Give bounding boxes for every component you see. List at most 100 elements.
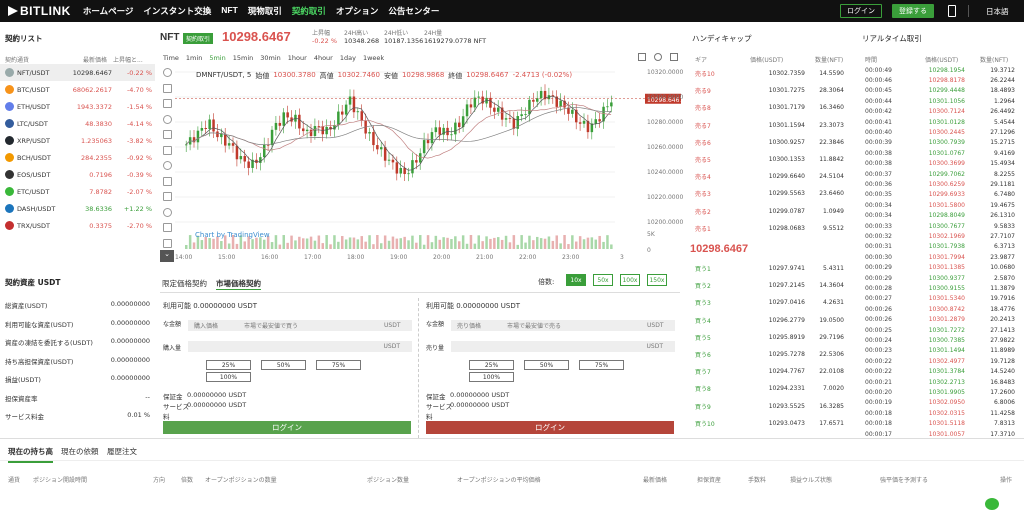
qty-input[interactable]: USDT bbox=[451, 341, 675, 352]
candle-body bbox=[372, 132, 375, 146]
logo[interactable]: BITLINK bbox=[8, 4, 71, 18]
drawing-tool-icon[interactable] bbox=[163, 176, 172, 186]
buy-login-button[interactable]: ログイン bbox=[163, 421, 411, 434]
collapse-icon[interactable]: ⌄ bbox=[160, 250, 174, 262]
ask-row[interactable]: 売る4 10299.6640 24.5104 bbox=[690, 168, 850, 185]
settings-icon[interactable] bbox=[654, 53, 662, 61]
percent-100%-button[interactable]: 100% bbox=[469, 372, 514, 382]
qty-input[interactable]: USDT bbox=[188, 341, 412, 352]
contract-row[interactable]: ETH/USDT 1943.3372 -1.54 % bbox=[0, 98, 155, 115]
drawing-tool-icon[interactable] bbox=[163, 68, 172, 77]
bid-row[interactable]: 買う3 10297.0416 4.2631 bbox=[690, 294, 850, 311]
contract-row[interactable]: LTC/USDT 48.3830 -4.14 % bbox=[0, 115, 155, 132]
drawing-tool-icon[interactable] bbox=[163, 114, 172, 124]
ask-row[interactable]: 売る8 10301.7179 16.3460 bbox=[690, 99, 850, 116]
positions-tab-2[interactable]: 履歴注文 bbox=[107, 446, 137, 457]
percent-25%-button[interactable]: 25% bbox=[469, 360, 514, 370]
leverage-50x-button[interactable]: 50x bbox=[593, 274, 613, 286]
ask-row[interactable]: 売る5 10300.1353 11.8842 bbox=[690, 151, 850, 168]
ask-row[interactable]: 売る2 10299.0787 1.0949 bbox=[690, 203, 850, 220]
bid-price: 10294.2331 bbox=[768, 385, 805, 393]
percent-50%-button[interactable]: 50% bbox=[524, 360, 569, 370]
bid-row[interactable]: 買う10 10293.0473 17.6571 bbox=[690, 415, 850, 432]
contract-row[interactable]: BCH/USDT 284.2355 -0.92 % bbox=[0, 149, 155, 166]
nav-item-6[interactable]: 公告センター bbox=[388, 5, 439, 17]
price-input[interactable]: 売り価格 市場で最安値で売る USDT bbox=[451, 320, 675, 331]
contract-row[interactable]: NFT/USDT 10298.6467 -0.22 % bbox=[0, 64, 155, 81]
timeframe-8[interactable]: 1week bbox=[363, 54, 384, 62]
nav-item-1[interactable]: インスタント交換 bbox=[143, 5, 211, 17]
bid-row[interactable]: 買う1 10297.9741 5.4311 bbox=[690, 260, 850, 277]
drawing-tool-icon[interactable] bbox=[163, 238, 172, 248]
contract-row[interactable]: EOS/USDT 0.7196 -0.39 % bbox=[0, 166, 155, 183]
leverage-150x-button[interactable]: 150x bbox=[647, 274, 667, 286]
sell-login-button[interactable]: ログイン bbox=[426, 421, 674, 434]
bid-price: 10297.0416 bbox=[768, 299, 805, 307]
timeframe-5[interactable]: 1hour bbox=[288, 54, 307, 62]
nav-item-5[interactable]: オプション bbox=[336, 5, 379, 17]
volume-bar bbox=[341, 236, 344, 249]
drawing-tool-icon[interactable] bbox=[163, 223, 172, 232]
drawing-tool-icon[interactable] bbox=[163, 145, 172, 155]
contract-row[interactable]: DASH/USDT 38.6336 +1.22 % bbox=[0, 200, 155, 217]
nav-item-0[interactable]: ホームページ bbox=[83, 5, 134, 17]
leverage-10x-button[interactable]: 10x bbox=[566, 274, 586, 286]
tab-limit-contract[interactable]: 限定価格契約 bbox=[162, 278, 207, 289]
ask-price: 10300.1353 bbox=[768, 156, 805, 163]
language-selector[interactable]: 日本語 bbox=[986, 6, 1009, 17]
percent-25%-button[interactable]: 25% bbox=[206, 360, 251, 370]
ma-line-5 bbox=[185, 95, 612, 171]
bid-row[interactable]: 買う5 10295.8919 29.7196 bbox=[690, 329, 850, 346]
bid-row[interactable]: 買う7 10294.7767 22.0108 bbox=[690, 363, 850, 380]
chat-icon[interactable] bbox=[985, 498, 999, 510]
screenshot-icon[interactable] bbox=[638, 53, 646, 61]
ask-row[interactable]: 売る9 10301.7275 28.3064 bbox=[690, 82, 850, 99]
contract-price: 0.7196 bbox=[89, 170, 112, 179]
percent-100%-button[interactable]: 100% bbox=[206, 372, 251, 382]
ask-row[interactable]: 売る10 10302.7359 14.5590 bbox=[690, 65, 850, 82]
bid-row[interactable]: 買う8 10294.2331 7.0020 bbox=[690, 380, 850, 397]
contract-row[interactable]: TRX/USDT 0.3375 -2.70 % bbox=[0, 217, 155, 234]
timeframe-4[interactable]: 30min bbox=[260, 54, 281, 62]
bid-row[interactable]: 買う2 10297.2145 14.3604 bbox=[690, 277, 850, 294]
nav-item-3[interactable]: 現物取引 bbox=[248, 5, 282, 17]
positions-tab-1[interactable]: 現在の依頼 bbox=[61, 446, 99, 457]
nav-item-4[interactable]: 契約取引 bbox=[292, 5, 326, 17]
drawing-tool-icon[interactable] bbox=[163, 83, 172, 93]
percent-75%-button[interactable]: 75% bbox=[316, 360, 361, 370]
login-button[interactable]: ログイン bbox=[840, 4, 882, 18]
drawing-tool-icon[interactable] bbox=[163, 130, 172, 139]
ask-row[interactable]: 売る1 10298.0683 9.5512 bbox=[690, 220, 850, 237]
timeframe-0[interactable]: Time bbox=[163, 54, 179, 62]
contract-row[interactable]: XRP/USDT 1.235063 -3.82 % bbox=[0, 132, 155, 149]
drawing-tool-icon[interactable] bbox=[163, 99, 172, 108]
drawing-tool-icon[interactable] bbox=[163, 207, 172, 217]
tab-market-contract[interactable]: 市場価格契約 bbox=[216, 278, 261, 290]
drawing-tool-icon[interactable] bbox=[163, 161, 172, 170]
timeframe-2[interactable]: 5min bbox=[209, 54, 225, 62]
percent-50%-button[interactable]: 50% bbox=[261, 360, 306, 370]
volume-bar bbox=[188, 235, 192, 249]
price-input[interactable]: 購入価格 市場で最安値で買う USDT bbox=[188, 320, 412, 331]
contract-row[interactable]: BTC/USDT 68062.2617 -4.70 % bbox=[0, 81, 155, 98]
bid-row[interactable]: 買う4 10296.2779 19.0500 bbox=[690, 312, 850, 329]
nav-item-2[interactable]: NFT bbox=[221, 5, 238, 17]
timeframe-1[interactable]: 1min bbox=[186, 54, 202, 62]
timeframe-7[interactable]: 1day bbox=[340, 54, 356, 62]
bid-row[interactable]: 買う9 10293.5525 16.3285 bbox=[690, 398, 850, 415]
ask-row[interactable]: 売る7 10301.1594 23.3073 bbox=[690, 117, 850, 134]
register-button[interactable]: 登録する bbox=[892, 4, 934, 18]
positions-col-6: オープンポジションの平均価格 bbox=[457, 477, 541, 484]
timeframe-3[interactable]: 15min bbox=[233, 54, 254, 62]
percent-75%-button[interactable]: 75% bbox=[579, 360, 624, 370]
positions-tab-0[interactable]: 現在の持ち高 bbox=[8, 446, 53, 463]
timeframe-6[interactable]: 4hour bbox=[314, 54, 333, 62]
contract-row[interactable]: ETC/USDT 7.8782 -2.07 % bbox=[0, 183, 155, 200]
fullscreen-icon[interactable] bbox=[670, 53, 678, 61]
ask-row[interactable]: 売る3 10299.5563 23.6460 bbox=[690, 185, 850, 202]
leverage-100x-button[interactable]: 100x bbox=[620, 274, 640, 286]
mobile-icon[interactable] bbox=[948, 5, 956, 17]
bid-row[interactable]: 買う6 10295.7278 22.5306 bbox=[690, 346, 850, 363]
drawing-tool-icon[interactable] bbox=[163, 192, 172, 201]
ask-row[interactable]: 売る6 10300.9257 22.3846 bbox=[690, 134, 850, 151]
